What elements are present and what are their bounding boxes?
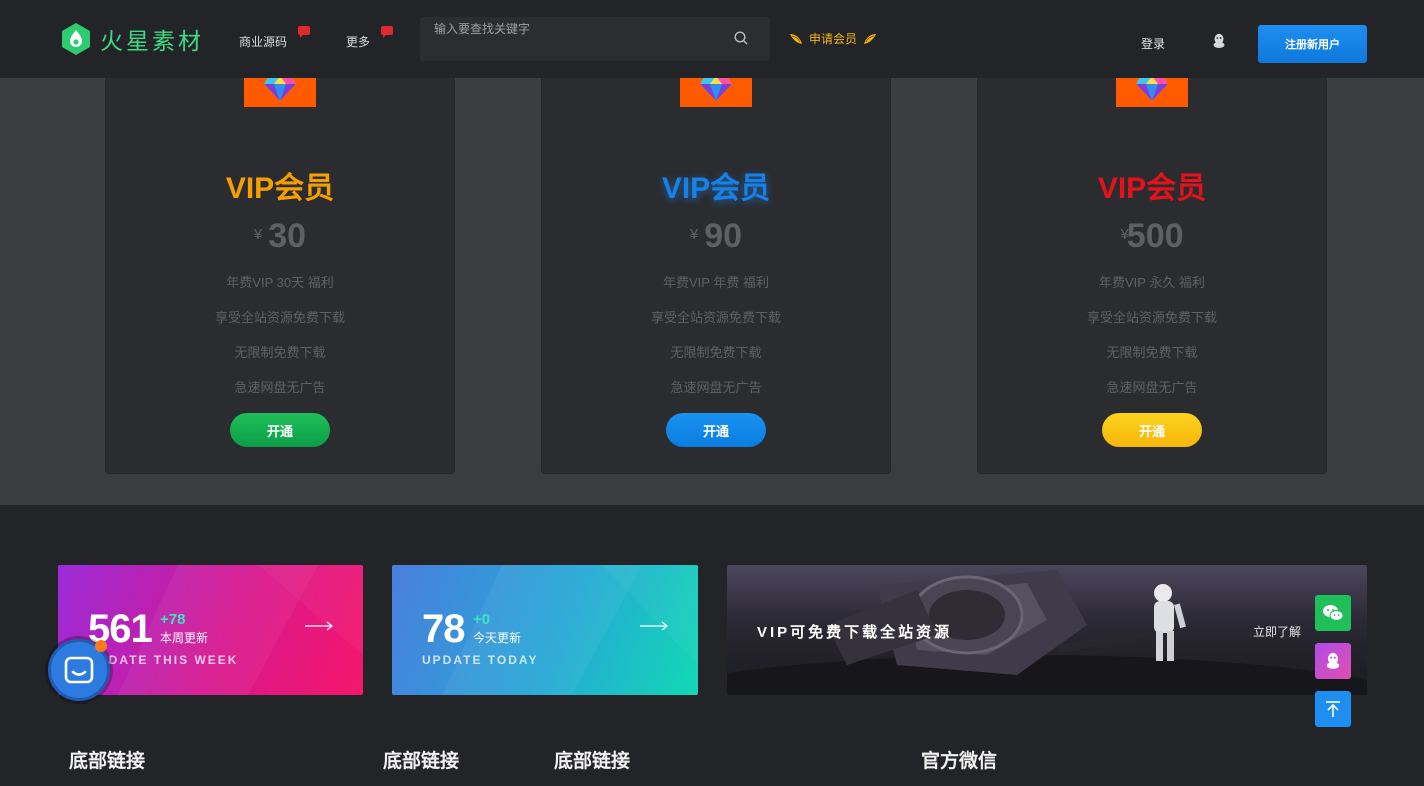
vip-plans-section: VIP会员 ¥30 年费VIP 30天 福利 享受全站资源免费下载 无限制免费下… xyxy=(0,68,1424,505)
open-vip-button[interactable]: 开通 xyxy=(1102,413,1202,447)
stat-label: 本周更新 xyxy=(160,631,209,645)
vip-card: VIP会员 ¥500 年费VIP 永久 福利 享受全站资源免费下载 无限制免费下… xyxy=(973,68,1331,479)
footer-links-heading: 底部链接 xyxy=(69,751,146,772)
vip-feature: 无限制免费下载 xyxy=(234,345,326,360)
qq-service-icon xyxy=(1326,652,1340,669)
back-to-top-icon xyxy=(1326,701,1340,717)
search-box xyxy=(420,17,770,61)
open-vip-button[interactable]: 开通 xyxy=(666,413,766,447)
footer-links-heading: 底部链接 xyxy=(383,751,460,772)
chat-icon xyxy=(64,656,94,684)
vip-feature: 年费VIP 年费 福利 xyxy=(663,275,769,290)
vip-card: VIP会员 ¥30 年费VIP 30天 福利 享受全站资源免费下载 无限制免费下… xyxy=(101,68,459,479)
site-header: 火星素材 商业源码 更多 申请会员 登录 注册新用户 xyxy=(0,0,1424,78)
vip-price: ¥30 xyxy=(106,217,454,256)
vip-feature: 急速网盘无广告 xyxy=(1106,380,1198,395)
nav-badge xyxy=(381,26,393,38)
vip-feature: 享受全站资源免费下载 xyxy=(214,310,345,325)
footer-wechat-heading: 官方微信 xyxy=(921,751,998,772)
vip-title: VIP会员 xyxy=(1097,172,1207,205)
stat-increment: +78 xyxy=(160,611,186,628)
vip-feature: 无限制免费下载 xyxy=(1106,345,1198,360)
diamond-icon xyxy=(1136,76,1168,101)
search-input[interactable] xyxy=(434,17,724,41)
stat-increment: +0 xyxy=(473,611,491,628)
price-value: 30 xyxy=(268,217,307,255)
register-button[interactable]: 注册新用户 xyxy=(1258,25,1367,63)
vip-feature: 急速网盘无广告 xyxy=(234,380,326,395)
qq-service-button[interactable] xyxy=(1315,643,1351,679)
vip-feature: 急速网盘无广告 xyxy=(670,380,762,395)
vip-feature: 无限制免费下载 xyxy=(670,345,762,360)
vip-price: ¥90 xyxy=(542,217,890,256)
arrow-right-icon xyxy=(640,621,668,631)
diamond-icon xyxy=(264,76,296,101)
wechat-button[interactable] xyxy=(1315,595,1351,631)
currency-symbol: ¥ xyxy=(689,226,699,243)
arrow-right-icon xyxy=(305,621,333,631)
wing-icon xyxy=(790,33,802,44)
nav-item-more[interactable]: 更多 xyxy=(346,33,370,50)
logo-text: 火星素材 xyxy=(100,29,204,55)
banner-text: VIP可免费下载全站资源 xyxy=(757,624,953,641)
stat-english-label: UPDATE TODAY xyxy=(422,653,539,667)
wechat-icon xyxy=(1323,605,1344,621)
stat-english-label: UPDATE THIS WEEK xyxy=(88,653,239,667)
vip-feature: 年费VIP 永久 福利 xyxy=(1099,275,1205,290)
stat-number: 78 xyxy=(422,607,465,651)
vip-promo-banner[interactable]: VIP可免费下载全站资源 立即了解 xyxy=(727,565,1367,695)
daily-update-card[interactable]: 78 +0 今天更新 UPDATE TODAY xyxy=(392,565,698,695)
search-icon[interactable] xyxy=(734,31,748,45)
vip-title: VIP会员 xyxy=(661,172,771,205)
nav-item-commercial-source[interactable]: 商业源码 xyxy=(239,33,287,50)
learn-more-link[interactable]: 立即了解 xyxy=(1253,623,1301,640)
apply-vip-link[interactable]: 申请会员 xyxy=(788,30,878,47)
vip-feature: 享受全站资源免费下载 xyxy=(1086,310,1217,325)
notification-dot xyxy=(95,640,107,652)
price-value: 500 xyxy=(1126,217,1184,255)
diamond-icon xyxy=(700,76,732,101)
footer-links-heading: 底部链接 xyxy=(554,751,631,772)
nav-badge xyxy=(298,26,310,38)
vip-feature: 年费VIP 30天 福利 xyxy=(226,275,334,290)
vip-price: ¥500 xyxy=(978,217,1326,256)
back-to-top-button[interactable] xyxy=(1315,691,1351,727)
vip-title: VIP会员 xyxy=(225,172,335,205)
vip-card: VIP会员 ¥90 年费VIP 年费 福利 享受全站资源免费下载 无限制免费下载… xyxy=(537,68,895,479)
open-vip-button[interactable]: 开通 xyxy=(230,413,330,447)
stat-label: 今天更新 xyxy=(473,631,522,645)
vip-feature: 享受全站资源免费下载 xyxy=(650,310,781,325)
qq-icon[interactable] xyxy=(1212,33,1226,49)
site-logo[interactable]: 火星素材 xyxy=(60,22,204,56)
wing-icon xyxy=(864,33,877,44)
apply-vip-label: 申请会员 xyxy=(809,32,858,46)
login-link[interactable]: 登录 xyxy=(1141,35,1165,52)
price-value: 90 xyxy=(704,217,743,255)
currency-symbol: ¥ xyxy=(253,226,263,243)
logo-mark-icon xyxy=(62,23,90,55)
